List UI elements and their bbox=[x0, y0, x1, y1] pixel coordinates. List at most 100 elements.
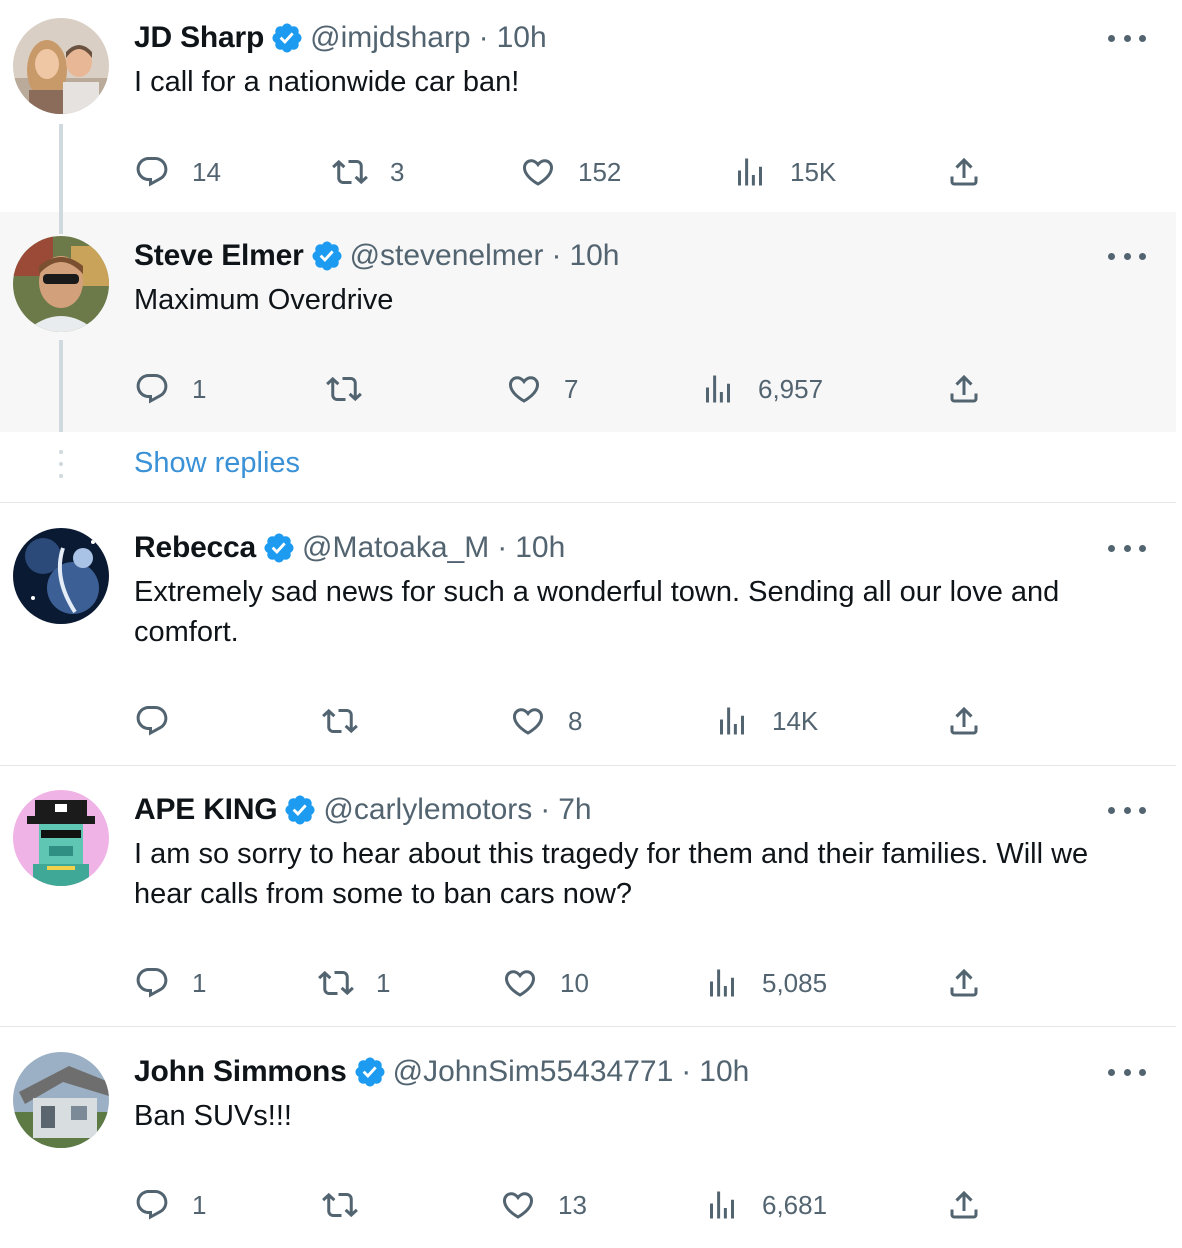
reply-icon bbox=[134, 965, 170, 1001]
display-name[interactable]: Rebecca bbox=[134, 531, 256, 565]
retweet-button[interactable]: 1 bbox=[318, 963, 390, 1003]
share-button[interactable] bbox=[946, 963, 982, 1003]
share-button[interactable] bbox=[946, 1185, 982, 1225]
verified-badge-icon bbox=[270, 21, 304, 55]
display-name[interactable]: Steve Elmer bbox=[134, 239, 304, 273]
retweet-button[interactable] bbox=[326, 369, 384, 409]
views-icon bbox=[700, 371, 736, 407]
views-count: 15K bbox=[790, 156, 837, 187]
timestamp[interactable]: 10h bbox=[569, 239, 619, 273]
verified-badge-icon bbox=[262, 531, 296, 565]
avatar[interactable] bbox=[13, 790, 109, 886]
reply-icon bbox=[134, 703, 170, 739]
user-handle[interactable]: @Matoaka_M bbox=[302, 531, 489, 565]
tweet-header: John Simmons @JohnSim55434771 · 10h bbox=[134, 1052, 749, 1092]
display-name[interactable]: JD Sharp bbox=[134, 21, 264, 55]
views-count: 6,681 bbox=[762, 1189, 828, 1220]
views-icon bbox=[714, 703, 750, 739]
thread-line bbox=[59, 124, 63, 212]
retweet-icon bbox=[318, 965, 354, 1001]
user-handle[interactable]: @JohnSim55434771 bbox=[393, 1055, 674, 1089]
timestamp[interactable]: 10h bbox=[497, 21, 547, 55]
avatar[interactable] bbox=[13, 528, 109, 624]
separator-dot: · bbox=[681, 1055, 692, 1088]
like-button[interactable]: 10 bbox=[502, 963, 589, 1003]
thread-line bbox=[59, 212, 63, 234]
more-icon[interactable] bbox=[1108, 538, 1146, 558]
reply-button[interactable]: 1 bbox=[134, 963, 206, 1003]
share-icon bbox=[946, 1187, 982, 1223]
like-count: 10 bbox=[560, 967, 589, 998]
separator-dot: · bbox=[551, 239, 562, 272]
retweet-count: 3 bbox=[390, 156, 405, 187]
share-button[interactable] bbox=[946, 701, 982, 741]
timestamp[interactable]: 10h bbox=[699, 1055, 749, 1089]
retweet-button[interactable]: 3 bbox=[332, 152, 404, 192]
reply-button[interactable] bbox=[134, 701, 192, 741]
timestamp[interactable]: 7h bbox=[558, 793, 591, 827]
like-button[interactable]: 7 bbox=[506, 369, 578, 409]
show-replies-link[interactable]: Show replies bbox=[134, 447, 300, 480]
avatar[interactable] bbox=[13, 1052, 109, 1148]
tweet-text: Maximum Overdrive bbox=[134, 284, 394, 316]
thread-line bbox=[59, 340, 63, 432]
verified-badge-icon bbox=[310, 239, 344, 273]
reply-button[interactable]: 1 bbox=[134, 369, 206, 409]
user-handle[interactable]: @stevenelmer bbox=[350, 239, 544, 273]
like-icon bbox=[510, 703, 546, 739]
more-icon[interactable] bbox=[1108, 28, 1146, 48]
retweet-icon bbox=[322, 1187, 358, 1223]
views-button[interactable]: 15K bbox=[732, 152, 836, 192]
avatar[interactable] bbox=[13, 18, 109, 114]
reply-button[interactable]: 1 bbox=[134, 1185, 206, 1225]
tweet-header: APE KING @carlylemotors · 7h bbox=[134, 790, 592, 830]
tweet-jd-sharp[interactable]: JD Sharp @imjdsharp · 10h I call for a n… bbox=[0, 0, 1176, 212]
like-count: 13 bbox=[558, 1189, 587, 1220]
views-button[interactable]: 6,681 bbox=[704, 1185, 827, 1225]
like-button[interactable]: 8 bbox=[510, 701, 582, 741]
tweet-rebecca[interactable]: Rebecca @Matoaka_M · 10h Extremely sad n… bbox=[0, 503, 1176, 766]
like-icon bbox=[502, 965, 538, 1001]
share-icon bbox=[946, 371, 982, 407]
like-count: 152 bbox=[578, 156, 622, 187]
like-icon bbox=[506, 371, 542, 407]
like-button[interactable]: 13 bbox=[500, 1185, 587, 1225]
separator-dot: · bbox=[478, 21, 489, 54]
like-button[interactable]: 152 bbox=[520, 152, 621, 192]
share-icon bbox=[946, 965, 982, 1001]
display-name[interactable]: APE KING bbox=[134, 793, 278, 827]
views-count: 5,085 bbox=[762, 967, 828, 998]
separator-dot: · bbox=[497, 531, 508, 564]
tweet-text: Extremely sad news for such a wonderful … bbox=[134, 576, 1060, 648]
tweet-ape-king[interactable]: APE KING @carlylemotors · 7h I am so sor… bbox=[0, 766, 1176, 1027]
more-icon[interactable] bbox=[1108, 246, 1146, 266]
tweet-john-simmons[interactable]: John Simmons @JohnSim55434771 · 10h Ban … bbox=[0, 1027, 1176, 1248]
display-name[interactable]: John Simmons bbox=[134, 1055, 347, 1089]
user-handle[interactable]: @carlylemotors bbox=[323, 793, 532, 827]
views-button[interactable]: 6,957 bbox=[700, 369, 823, 409]
share-icon bbox=[946, 154, 982, 190]
reply-count: 14 bbox=[192, 156, 221, 187]
tweet-header: Rebecca @Matoaka_M · 10h bbox=[134, 528, 565, 568]
retweet-button[interactable] bbox=[322, 1185, 380, 1225]
views-button[interactable]: 5,085 bbox=[704, 963, 827, 1003]
views-icon bbox=[704, 965, 740, 1001]
verified-badge-icon bbox=[353, 1055, 387, 1089]
like-count: 8 bbox=[568, 705, 583, 736]
views-button[interactable]: 14K bbox=[714, 701, 818, 741]
timestamp[interactable]: 10h bbox=[515, 531, 565, 565]
avatar[interactable] bbox=[13, 236, 109, 332]
share-button[interactable] bbox=[946, 152, 982, 192]
thread-dots bbox=[59, 450, 63, 486]
tweet-steve-elmer[interactable]: Steve Elmer @stevenelmer · 10h Maximum O… bbox=[0, 212, 1176, 432]
more-icon[interactable] bbox=[1108, 800, 1146, 820]
user-handle[interactable]: @imjdsharp bbox=[310, 21, 471, 55]
tweet-header: Steve Elmer @stevenelmer · 10h bbox=[134, 236, 620, 276]
share-button[interactable] bbox=[946, 369, 982, 409]
retweet-count: 1 bbox=[376, 967, 391, 998]
reply-button[interactable]: 14 bbox=[134, 152, 221, 192]
more-icon[interactable] bbox=[1108, 1062, 1146, 1082]
reply-icon bbox=[134, 371, 170, 407]
like-count: 7 bbox=[564, 373, 579, 404]
retweet-button[interactable] bbox=[322, 701, 380, 741]
